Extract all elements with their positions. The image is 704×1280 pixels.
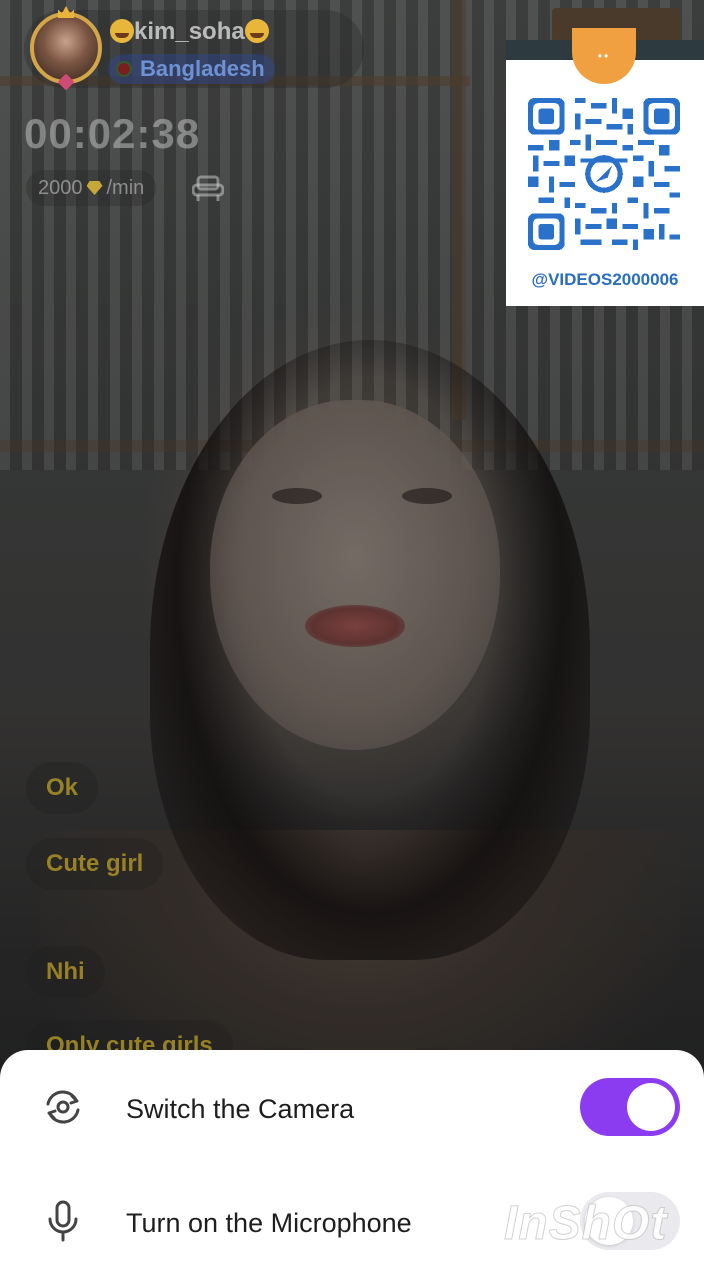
switch-camera-label: Switch the Camera	[126, 1094, 355, 1124]
chat-message: Ok	[26, 762, 99, 814]
call-rate-badge: 2000 /min	[26, 170, 157, 206]
inshot-watermark: InShOt	[503, 1197, 668, 1251]
caller-username: kim_soha	[110, 18, 269, 46]
switch-camera-toggle[interactable]	[580, 1078, 680, 1136]
switch-camera-row[interactable]: Switch the Camera	[0, 1078, 704, 1158]
smiling-hearts-emoji-icon	[244, 19, 269, 43]
call-rate-value: 2000	[38, 176, 83, 199]
toggle-knob	[627, 1083, 675, 1131]
smiling-hearts-emoji-icon	[110, 19, 134, 43]
caller-username-text: kim_soha	[134, 18, 245, 45]
camera-switch-icon	[46, 1090, 80, 1124]
chat-message: Nhi	[26, 946, 105, 998]
qr-code-image	[528, 98, 680, 250]
call-timer: 00:02:38	[24, 110, 201, 157]
gem-icon	[86, 181, 103, 195]
chat-message: Cute girl	[26, 838, 164, 890]
sofa-icon[interactable]	[192, 173, 224, 203]
promo-handle: @VIDEOS2000006	[531, 270, 679, 289]
bangladesh-flag-icon	[116, 61, 132, 77]
country-name: Bangladesh	[140, 56, 265, 81]
microphone-icon	[48, 1200, 78, 1242]
microphone-label: Turn on the Microphone	[126, 1208, 412, 1238]
call-rate-unit: /min	[106, 176, 145, 199]
country-badge: Bangladesh	[108, 54, 275, 84]
